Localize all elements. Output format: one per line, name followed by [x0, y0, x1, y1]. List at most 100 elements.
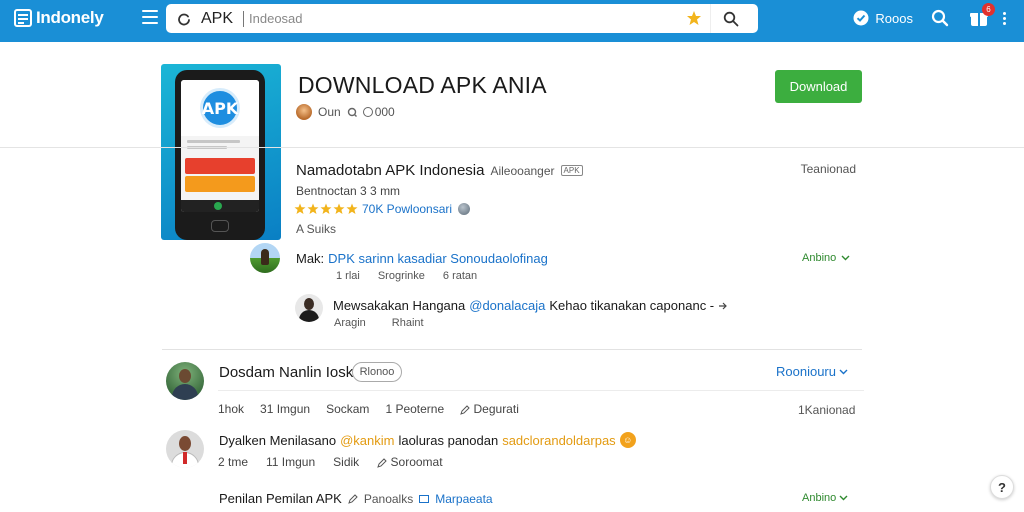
- info-title: Namadotabn APK Indonesia Aileooanger APK: [296, 162, 583, 179]
- developer-avatar[interactable]: [296, 104, 312, 120]
- search-icon-top[interactable]: [931, 9, 949, 27]
- review-line: Dyalken Menilasano @kankim laoluras pano…: [219, 432, 636, 448]
- star-icon[interactable]: [686, 10, 702, 26]
- header-divider: [0, 147, 1024, 148]
- help-button[interactable]: ?: [990, 475, 1014, 499]
- review-meta-item: Degurati: [473, 402, 519, 416]
- info-title-text: Namadotabn APK Indonesia: [296, 162, 485, 179]
- download-button[interactable]: Download: [775, 70, 862, 103]
- circle-icon: [362, 107, 373, 117]
- info-right-text: Teanionad: [800, 162, 856, 176]
- star-icon: [333, 203, 345, 214]
- review-toggle[interactable]: Anbino: [802, 492, 848, 504]
- comment-meta-item: 1 rlai: [336, 270, 360, 282]
- review-highlight[interactable]: sadclorandoldarpas: [502, 433, 615, 448]
- review-right-text: 1Kanionad: [798, 403, 856, 417]
- star-icon: [346, 203, 358, 214]
- review-title: Penilan Pemilan APK Panoalks Marpaeata: [219, 491, 493, 506]
- review-meta: 1hok 31 Imgun Sockam 1 Peoterne Degurati: [218, 402, 519, 416]
- rating-text[interactable]: 70K Powloonsari: [362, 202, 452, 216]
- review-link-label: Rooniouru: [776, 364, 836, 379]
- review-toggle-label: Anbino: [802, 492, 837, 504]
- brand-logo[interactable]: Indonely: [14, 8, 104, 28]
- menu-icon[interactable]: [142, 10, 158, 24]
- review-meta: 2 tme 11 Imgun Sidik Soroomat: [218, 455, 443, 469]
- review-meta-share[interactable]: Soroomat: [377, 455, 443, 469]
- comment-toggle-label: Anbino: [802, 252, 837, 264]
- search-icon: [723, 11, 738, 26]
- comment-author[interactable]: Mak:: [296, 251, 324, 266]
- more-options-icon[interactable]: [1003, 11, 1006, 25]
- developer-chip[interactable]: 000: [362, 105, 395, 119]
- comment-avatar[interactable]: [295, 294, 323, 322]
- search-query: APK: [201, 9, 234, 27]
- search-divider: [243, 10, 245, 27]
- refresh-icon[interactable]: [177, 12, 191, 26]
- comment-meta-item: Aragin: [334, 317, 366, 329]
- comment-author[interactable]: Mewsakakan Hangana: [333, 298, 465, 313]
- comment-text[interactable]: DPK sarinn kasadiar Sonoudaolofinag: [328, 251, 548, 266]
- comment-avatar[interactable]: [250, 243, 280, 273]
- developer-chip-label: 000: [374, 105, 395, 119]
- comment-toggle[interactable]: Anbino: [802, 252, 850, 264]
- review-title-text: Penilan Pemilan APK: [219, 491, 342, 506]
- review-meta-item: 1hok: [218, 402, 245, 416]
- comment-handle[interactable]: @donalacaja: [469, 298, 545, 313]
- pencil-icon: [377, 458, 387, 468]
- app-screenshot[interactable]: APK: [161, 64, 281, 240]
- settings-icon: [347, 107, 357, 117]
- review-highlight[interactable]: @kankim: [340, 433, 394, 448]
- comment-meta: Aragin Rhaint: [334, 317, 424, 329]
- info-title-sub: Aileooanger: [490, 163, 555, 178]
- comment-meta-item: Rhaint: [391, 317, 424, 329]
- chevron-down-icon: [839, 369, 848, 374]
- review-link[interactable]: Rooniouru: [776, 364, 848, 379]
- review-meta-item: 2 tme: [218, 455, 249, 469]
- review-title-sub: Panoalks: [363, 491, 414, 506]
- comment-line: Mewsakakan Hangana @donalacaja Kehao tik…: [333, 298, 728, 313]
- search-input[interactable]: [249, 11, 650, 26]
- developer-row: Oun 000: [296, 104, 395, 120]
- review-text: laoluras panodan: [398, 432, 499, 448]
- review-meta-share[interactable]: Degurati: [460, 402, 519, 416]
- phone-illustration: APK: [175, 70, 265, 240]
- review-title-link[interactable]: Marpaeata: [435, 492, 492, 506]
- section-divider: [162, 349, 862, 350]
- review-meta-item: Sidik: [333, 455, 360, 469]
- comment-text: Kehao tikanakan caponanc -: [549, 298, 715, 313]
- star-icon: [307, 203, 319, 214]
- top-right-actions: Rooos 6: [853, 3, 1006, 28]
- notification-badge: 6: [982, 3, 995, 16]
- emoji-icon: ☺: [619, 432, 636, 448]
- app-title: DOWNLOAD APK ANIA: [298, 72, 547, 98]
- review-chip[interactable]: Rlonoo: [352, 362, 402, 382]
- review-meta-item: 31 Imgun: [260, 402, 311, 416]
- review-meta-item: Sockam: [326, 402, 370, 416]
- search-bar: APK: [166, 4, 758, 33]
- developer-name[interactable]: Oun: [318, 105, 341, 119]
- review-avatar[interactable]: [166, 362, 204, 400]
- brand-icon: [14, 9, 32, 27]
- review-meta-item: Soroomat: [390, 455, 443, 469]
- apk-logo-icon: APK: [200, 88, 240, 128]
- search-button[interactable]: [710, 4, 750, 33]
- check-icon: [853, 10, 869, 26]
- review-meta-item: 11 Imgun: [266, 455, 316, 469]
- star-icon: [320, 203, 332, 214]
- star-icon: [294, 203, 306, 214]
- account-label[interactable]: Rooos: [875, 11, 913, 26]
- review-title: Dosdam Nanlin Iosk: [219, 364, 354, 381]
- review-avatar[interactable]: [166, 430, 204, 468]
- brand-name: Indonely: [36, 8, 104, 27]
- comment-meta: 1 rlai Srogrinke 6 ratan: [336, 270, 477, 282]
- review-author[interactable]: Dyalken Menilasano: [219, 433, 336, 448]
- top-bar: Indonely APK Rooos: [0, 0, 1024, 42]
- rating-sub: A Suiks: [296, 222, 337, 236]
- image-icon: [419, 494, 430, 503]
- gift-button[interactable]: 6: [969, 3, 995, 28]
- globe-icon: [458, 203, 471, 215]
- review-meta-item: 1 Peoterne: [385, 402, 445, 416]
- arrow-right-icon[interactable]: [718, 302, 728, 310]
- chevron-down-icon: [841, 255, 850, 261]
- review-divider: [218, 390, 864, 391]
